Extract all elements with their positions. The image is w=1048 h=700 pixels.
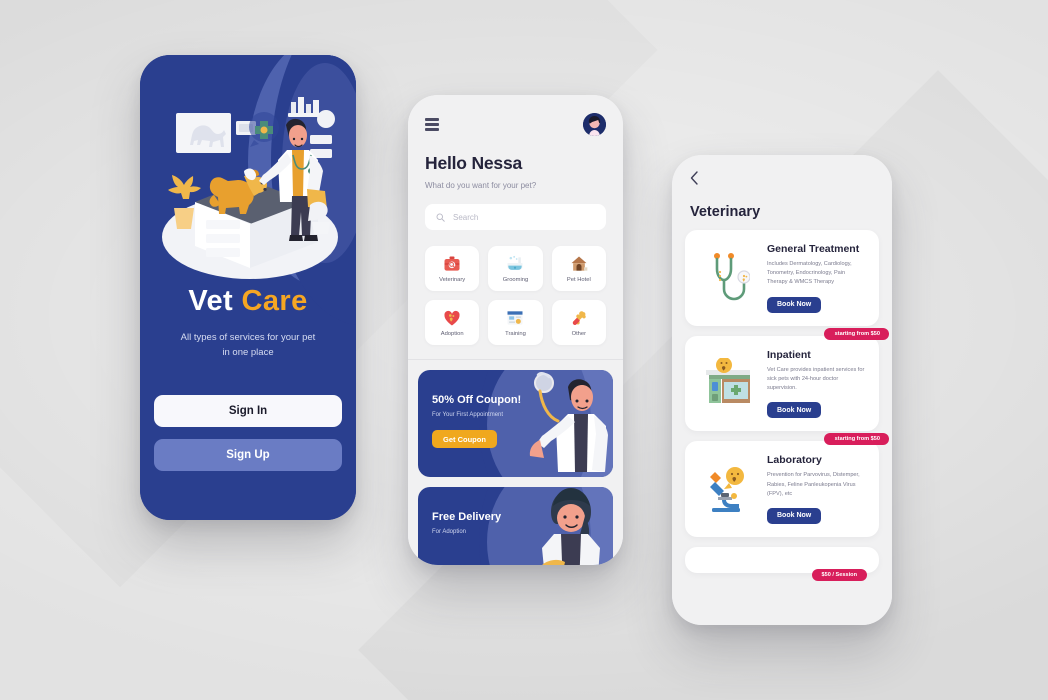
service-card-body: Inpatient Vet Care provides inpatient se… xyxy=(767,349,867,419)
service-description: Prevention for Parvovirus, Distemper, Ra… xyxy=(767,472,860,497)
greeting-text: Hello Nessa xyxy=(425,153,523,173)
category-item-grooming[interactable]: Grooming xyxy=(488,246,543,291)
search-placeholder: Search xyxy=(453,212,479,222)
microscope-icon xyxy=(697,454,759,524)
category-item-pet-hotel[interactable]: Pet Hotel xyxy=(551,246,606,291)
app-title-word-1: Vet xyxy=(188,285,234,317)
category-label: Adoption xyxy=(440,331,464,337)
service-name: Inpatient xyxy=(767,348,811,361)
service-card-body: Laboratory Prevention for Parvovirus, Di… xyxy=(767,454,867,524)
dog-house-icon xyxy=(571,256,588,271)
bathtub-icon xyxy=(507,255,523,270)
heart-paw-icon xyxy=(444,310,460,326)
veterinary-screen: Veterinary General Treatment Includes De… xyxy=(672,155,892,625)
service-card-partial[interactable]: $50 / Session xyxy=(685,546,879,581)
promo-list: 50% Off Coupon! For Your First Appointme… xyxy=(418,370,613,565)
book-now-button[interactable]: Book Now xyxy=(767,402,822,419)
category-label: Pet Hotel xyxy=(566,277,591,283)
onboarding-screen: Vet Care All types of services for your … xyxy=(140,55,356,520)
chevron-left-icon[interactable] xyxy=(690,171,702,188)
service-card-body: General Treatment Includes Dermatology, … xyxy=(767,243,867,313)
get-coupon-button[interactable]: Get Coupon xyxy=(432,430,497,448)
category-label: Training xyxy=(505,331,526,337)
promo-text-block: 50% Off Coupon! For Your First Appointme… xyxy=(432,394,521,448)
search-icon xyxy=(436,213,445,222)
category-label: Grooming xyxy=(502,277,529,283)
stethoscope-icon xyxy=(697,243,759,313)
section-divider xyxy=(408,359,623,360)
service-card-list: General Treatment Includes Dermatology, … xyxy=(685,230,889,581)
male-doctor-stethoscope-illustration xyxy=(516,370,611,477)
price-badge: $50 / Session xyxy=(811,568,867,581)
promo-subheading: For Your First Appointment xyxy=(432,412,504,418)
hamburger-menu-icon[interactable] xyxy=(425,118,439,131)
service-description: Vet Care provides inpatient services for… xyxy=(767,366,865,392)
status-badge: starting from $50 xyxy=(823,327,889,340)
app-title-word-2: Care xyxy=(241,285,308,317)
home-header: Hello Nessa What do you want for your pe… xyxy=(408,95,623,230)
greeting-question: What do you want for your pet? xyxy=(425,181,537,190)
service-card-general-treatment[interactable]: General Treatment Includes Dermatology, … xyxy=(685,230,879,326)
phone-home-screen: Hello Nessa What do you want for your pe… xyxy=(408,95,623,565)
service-name: General Treatment xyxy=(767,243,860,255)
sign-up-button[interactable]: Sign Up xyxy=(154,439,342,471)
medical-bag-icon xyxy=(444,256,460,271)
service-description: Includes Dermatology, Cardiology, Tonome… xyxy=(767,261,852,286)
category-item-veterinary[interactable]: Veterinary xyxy=(425,246,480,291)
category-label: Veterinary xyxy=(439,277,466,283)
promo-text-block: Free Delivery For Adoption xyxy=(432,511,501,535)
user-avatar[interactable] xyxy=(583,113,606,136)
service-name: Laboratory xyxy=(767,454,822,467)
bone-icon xyxy=(572,311,586,325)
onboarding-subtitle: All types of services for your pet in on… xyxy=(162,330,334,360)
sign-in-button[interactable]: Sign In xyxy=(154,395,342,427)
category-item-training[interactable]: Training xyxy=(488,300,543,345)
onboarding-subtitle-line-2: in one place xyxy=(222,347,274,359)
search-input[interactable]: Search xyxy=(425,204,606,230)
promo-card-coupon[interactable]: 50% Off Coupon! For Your First Appointme… xyxy=(418,370,613,477)
home-screen: Hello Nessa What do you want for your pe… xyxy=(408,95,623,565)
phone-veterinary-screen: Veterinary General Treatment Includes De… xyxy=(672,155,892,625)
category-grid: Veterinary Grooming Pet Hotel Adoption T… xyxy=(425,246,606,345)
category-label: Other xyxy=(571,331,587,337)
service-card-laboratory[interactable]: starting from $50 Laboratory Prevention … xyxy=(685,433,889,537)
mockup-stage: Vet Care All types of services for your … xyxy=(0,0,1048,700)
veterinarian-examining-dog-illustration xyxy=(140,77,356,292)
home-topbar xyxy=(425,113,606,136)
promo-heading: Free Delivery xyxy=(432,511,502,523)
veterinary-header: Veterinary xyxy=(672,155,892,220)
book-now-button[interactable]: Book Now xyxy=(767,507,822,524)
phone-onboarding-screen: Vet Care All types of services for your … xyxy=(140,55,356,520)
app-title: Vet Care xyxy=(162,287,334,316)
page-title: Veterinary xyxy=(690,204,761,220)
status-badge: starting from $50 xyxy=(823,433,889,446)
onboarding-text-block: Vet Care All types of services for your … xyxy=(140,287,356,360)
onboarding-buttons: Sign In Sign Up xyxy=(154,395,342,471)
calendar-training-icon xyxy=(507,311,523,325)
promo-heading: 50% Off Coupon! xyxy=(432,394,522,406)
category-item-adoption[interactable]: Adoption xyxy=(425,300,480,345)
veterinary-clinic-icon xyxy=(697,349,759,419)
onboarding-subtitle-line-1: All types of services for your pet xyxy=(180,332,316,343)
category-item-other[interactable]: Other xyxy=(551,300,606,345)
female-vet-with-pet-illustration xyxy=(521,487,611,565)
promo-subheading: For Adoption xyxy=(432,529,467,535)
service-card-inpatient[interactable]: starting from $50 Inpatient Vet Care pro… xyxy=(685,327,889,432)
book-now-button[interactable]: Book Now xyxy=(767,296,822,313)
promo-card-delivery[interactable]: Free Delivery For Adoption xyxy=(418,487,613,565)
